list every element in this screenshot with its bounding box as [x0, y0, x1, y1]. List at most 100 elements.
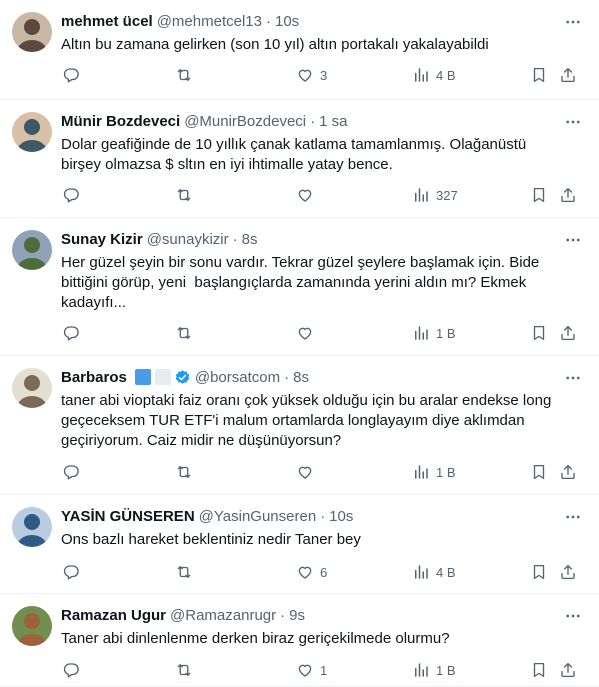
author-name[interactable]: Münir Bozdeveci [61, 113, 180, 130]
share-button[interactable] [559, 64, 577, 86]
retweet-button[interactable] [175, 561, 199, 583]
avatar[interactable] [12, 368, 52, 408]
like-button[interactable]: 1 [296, 659, 327, 681]
tweet[interactable]: Ramazan Ugur @Ramazanrugr · 9s Taner abi din… [0, 594, 599, 687]
share-icon [559, 324, 577, 342]
timestamp[interactable]: 8s [293, 369, 309, 386]
views-button[interactable]: 1 B [412, 461, 456, 483]
affiliate-badge-icon[interactable] [154, 369, 171, 385]
share-button[interactable] [559, 461, 577, 483]
share-button[interactable] [559, 322, 577, 344]
views-button[interactable]: 327 [412, 184, 458, 206]
separator-dot: · [280, 606, 286, 624]
reply-button[interactable] [62, 659, 86, 681]
timestamp[interactable]: 10s [329, 508, 353, 525]
view-count: 4 B [436, 564, 456, 580]
avatar[interactable] [12, 12, 52, 52]
author-handle[interactable]: @borsatcom [195, 369, 280, 386]
avatar[interactable] [12, 606, 52, 646]
bookmark-button[interactable] [530, 659, 548, 681]
author-name[interactable]: mehmet ücel [61, 13, 153, 30]
author-name[interactable]: YASİN GÜNSEREN [61, 508, 195, 525]
like-button[interactable] [296, 461, 320, 483]
reply-button[interactable] [62, 561, 86, 583]
retweet-button[interactable] [175, 322, 199, 344]
tweet[interactable]: YASİN GÜNSEREN @YasinGunseren · 10s Ons bazl… [0, 495, 599, 594]
more-options-icon[interactable] [563, 230, 583, 250]
verified-badge-icon[interactable] [174, 369, 191, 386]
views-button[interactable]: 4 B [412, 64, 456, 86]
author-handle[interactable]: @MunirBozdeveci [184, 113, 306, 130]
views-button[interactable]: 4 B [412, 561, 456, 583]
author-name[interactable]: Barbaros [61, 369, 127, 386]
views-button[interactable]: 1 B [412, 659, 456, 681]
views-icon [412, 66, 430, 84]
retweet-button[interactable] [175, 184, 199, 206]
author-handle[interactable]: @YasinGunseren [199, 508, 317, 525]
bookmark-button[interactable] [530, 184, 548, 206]
tweet-actions: 1 B [54, 322, 584, 344]
avatar[interactable] [12, 507, 52, 547]
affiliate-badge-icon[interactable] [134, 369, 151, 385]
share-button[interactable] [559, 659, 577, 681]
like-button[interactable]: 6 [296, 561, 327, 583]
separator-dot: · [320, 507, 326, 525]
tweet-header: mehmet ücel @mehmetcel13 · 10s [61, 11, 299, 31]
tweet-text: Altın bu zamana gelirken (son 10 yıl) al… [61, 36, 489, 53]
like-button[interactable]: 3 [296, 64, 327, 86]
like-button[interactable] [296, 322, 320, 344]
bookmark-button[interactable] [530, 461, 548, 483]
tweet-actions: 3 4 B [54, 64, 584, 86]
author-handle[interactable]: @sunaykizir [147, 231, 229, 248]
like-button[interactable] [296, 184, 320, 206]
avatar[interactable] [12, 112, 52, 152]
author-name[interactable]: Ramazan Ugur [61, 607, 166, 624]
reply-icon [62, 324, 80, 342]
timestamp[interactable]: 9s [289, 607, 305, 624]
more-options-icon[interactable] [563, 507, 583, 527]
timestamp[interactable]: 8s [242, 231, 258, 248]
bookmark-icon [530, 186, 548, 204]
share-button[interactable] [559, 561, 577, 583]
bookmark-button[interactable] [530, 64, 548, 86]
timestamp[interactable]: 1 sa [319, 113, 347, 130]
retweet-button[interactable] [175, 659, 199, 681]
reply-button[interactable] [62, 184, 86, 206]
view-count: 1 B [436, 464, 456, 480]
tweet-header: Münir Bozdeveci @MunirBozdeveci · 1 sa [61, 111, 348, 131]
reply-button[interactable] [62, 64, 86, 86]
more-options-icon[interactable] [563, 112, 583, 132]
views-button[interactable]: 1 B [412, 322, 456, 344]
share-button[interactable] [559, 184, 577, 206]
separator-dot: · [232, 230, 238, 248]
author-handle[interactable]: @mehmetcel13 [157, 13, 262, 30]
bookmark-button[interactable] [530, 322, 548, 344]
heart-icon [296, 661, 314, 679]
share-icon [559, 66, 577, 84]
tweet[interactable]: Münir Bozdeveci @MunirBozdeveci · 1 sa Dolar… [0, 100, 599, 218]
tweet[interactable]: mehmet ücel @mehmetcel13 · 10s Altın bu zama… [0, 0, 599, 100]
views-icon [412, 563, 430, 581]
author-name[interactable]: Sunay Kizir [61, 231, 143, 248]
like-count: 6 [320, 564, 328, 580]
more-options-icon[interactable] [563, 368, 583, 388]
heart-icon [296, 563, 314, 581]
tweet[interactable]: Sunay Kizir @sunaykizir · 8s Her güzel şeyin… [0, 218, 599, 356]
bookmark-icon [530, 66, 548, 84]
bookmark-icon [530, 661, 548, 679]
reply-button[interactable] [62, 461, 86, 483]
avatar[interactable] [12, 230, 52, 270]
views-icon [412, 324, 430, 342]
more-options-icon[interactable] [563, 12, 583, 32]
more-options-icon[interactable] [563, 606, 583, 626]
bookmark-button[interactable] [530, 561, 548, 583]
retweet-button[interactable] [175, 461, 199, 483]
retweet-icon [175, 186, 193, 204]
retweet-icon [175, 563, 193, 581]
tweet[interactable]: Barbaros @borsatcom · 8s taner abi vioptaki … [0, 356, 599, 495]
reply-button[interactable] [62, 322, 86, 344]
retweet-button[interactable] [175, 64, 199, 86]
author-handle[interactable]: @Ramazanrugr [170, 607, 276, 624]
timestamp[interactable]: 10s [275, 13, 299, 30]
retweet-icon [175, 661, 193, 679]
